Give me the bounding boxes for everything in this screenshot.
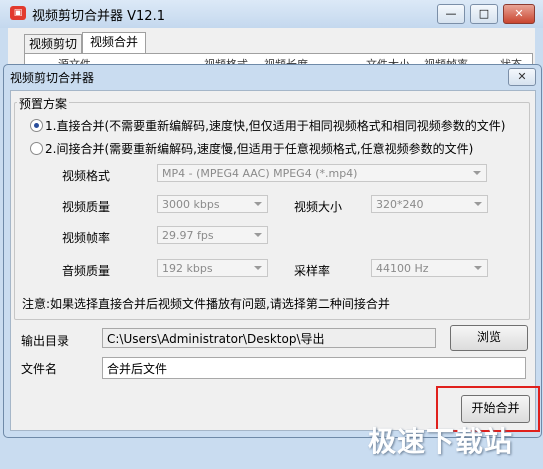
close-icon[interactable]: ✕ bbox=[503, 4, 535, 24]
chevron-down-icon bbox=[254, 233, 262, 237]
dialog-title: 视频剪切合并器 bbox=[10, 71, 95, 85]
sample-rate-value: 44100 Hz bbox=[376, 262, 429, 275]
sample-rate-label: 采样率 bbox=[294, 264, 331, 278]
video-size-label: 视频大小 bbox=[294, 200, 343, 214]
chevron-down-icon bbox=[254, 202, 262, 206]
app-tv-icon: ▣ bbox=[10, 6, 26, 20]
video-quality-select[interactable]: 3000 kbps bbox=[157, 195, 268, 213]
filename-input[interactable]: 合并后文件 bbox=[102, 357, 526, 379]
main-window-title: 视频剪切合并器 V12.1 bbox=[32, 9, 165, 24]
dialog-close-icon[interactable]: ✕ bbox=[508, 68, 536, 86]
audio-quality-value: 192 kbps bbox=[162, 262, 213, 275]
radio-direct-merge[interactable] bbox=[30, 119, 43, 132]
audio-quality-select[interactable]: 192 kbps bbox=[157, 259, 268, 277]
tab-video-merge[interactable]: 视频合并 bbox=[82, 32, 146, 54]
minimize-icon[interactable]: — bbox=[437, 4, 465, 24]
video-format-value: MP4 - (MPEG4 AAC) MPEG4 (*.mp4) bbox=[162, 167, 358, 180]
radio-indirect-merge-label[interactable]: 2.间接合并(需要重新编解码,速度慢,但适用于任意视频格式,任意视频参数的文件) bbox=[45, 140, 473, 157]
audio-quality-label: 音频质量 bbox=[62, 264, 111, 278]
output-dir-label: 输出目录 bbox=[21, 334, 70, 348]
video-quality-label: 视频质量 bbox=[62, 200, 111, 214]
video-format-label: 视频格式 bbox=[62, 169, 111, 183]
video-size-select[interactable]: 320*240 bbox=[371, 195, 488, 213]
filename-label: 文件名 bbox=[21, 362, 58, 376]
tab-video-cut[interactable]: 视频剪切 bbox=[24, 34, 82, 53]
preset-legend: 预置方案 bbox=[17, 95, 70, 112]
chevron-down-icon bbox=[474, 202, 482, 206]
radio-indirect-merge[interactable] bbox=[30, 142, 43, 155]
chevron-down-icon bbox=[474, 266, 482, 270]
video-framerate-value: 29.97 fps bbox=[162, 229, 214, 242]
video-framerate-label: 视频帧率 bbox=[62, 231, 111, 245]
output-dir-field[interactable]: C:\Users\Administrator\Desktop\导出 bbox=[102, 328, 436, 348]
radio-direct-merge-label[interactable]: 1.直接合并(不需要重新编解码,速度快,但仅适用于相同视频格式和相同视频参数的文… bbox=[45, 117, 505, 134]
video-framerate-select[interactable]: 29.97 fps bbox=[157, 226, 268, 244]
sample-rate-select[interactable]: 44100 Hz bbox=[371, 259, 488, 277]
browse-button[interactable]: 浏览 bbox=[450, 325, 528, 351]
merge-note: 注意:如果选择直接合并后视频文件播放有问题,请选择第二种间接合并 bbox=[22, 297, 390, 311]
video-format-select[interactable]: MP4 - (MPEG4 AAC) MPEG4 (*.mp4) bbox=[157, 164, 487, 182]
chevron-down-icon bbox=[254, 266, 262, 270]
maximize-icon[interactable]: □ bbox=[470, 4, 498, 24]
watermark-logo: 极速下载站 bbox=[368, 425, 514, 458]
video-quality-value: 3000 kbps bbox=[162, 198, 220, 211]
video-size-value: 320*240 bbox=[376, 198, 424, 211]
chevron-down-icon bbox=[473, 171, 481, 175]
